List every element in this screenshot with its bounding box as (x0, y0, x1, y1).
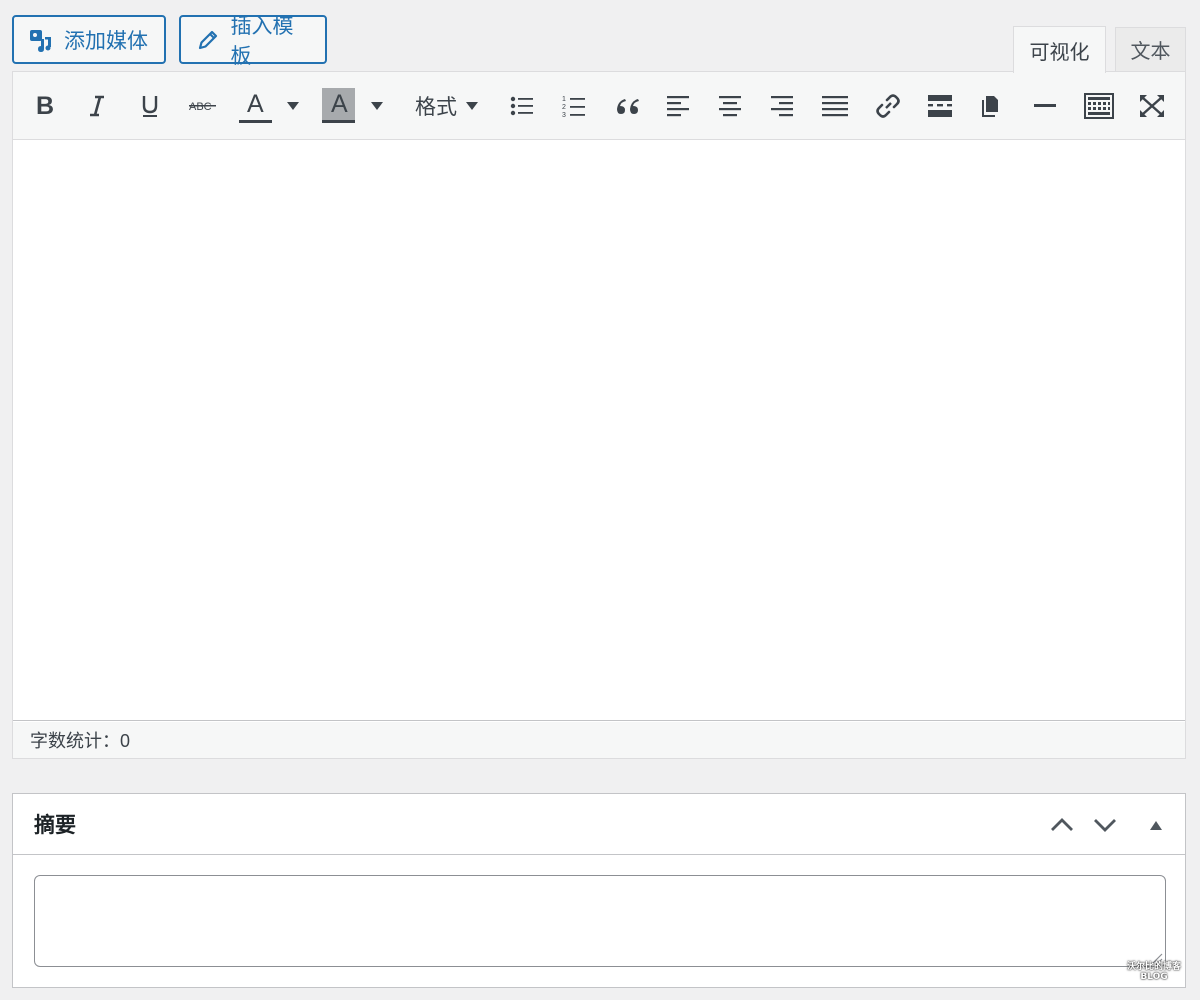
justify-icon[interactable] (821, 88, 849, 124)
add-media-label: 添加媒体 (64, 29, 148, 53)
excerpt-textarea[interactable] (34, 875, 1166, 967)
text-color-dropdown-icon[interactable] (285, 88, 301, 124)
strikethrough-icon[interactable]: ABC (189, 88, 217, 124)
align-left-icon[interactable] (665, 88, 691, 124)
tab-visual[interactable]: 可视化 (1013, 26, 1106, 73)
underline-icon[interactable] (137, 88, 163, 124)
fullscreen-icon[interactable] (1137, 88, 1167, 124)
background-color-glyph: A (331, 90, 348, 118)
tab-text[interactable]: 文本 (1115, 27, 1186, 71)
svg-text:2: 2 (562, 104, 566, 111)
excerpt-postbox: 摘要 (12, 793, 1186, 988)
background-color-icon[interactable]: A (322, 88, 356, 124)
align-right-icon[interactable] (769, 88, 795, 124)
excerpt-header: 摘要 (13, 794, 1185, 855)
editor-toolbar: B ABC A A 格式 1 2 3 (13, 72, 1185, 140)
toolbar-toggle-icon[interactable] (1083, 88, 1115, 124)
word-count: 字数统计：0 (13, 722, 1185, 758)
bold-icon[interactable]: B (33, 88, 57, 124)
chevron-down-icon (466, 102, 478, 110)
classic-editor: B ABC A A 格式 1 2 3 字数统计：0 (12, 71, 1186, 759)
svg-text:3: 3 (562, 112, 566, 118)
align-center-icon[interactable] (717, 88, 743, 124)
text-color-icon[interactable]: A (237, 88, 273, 124)
blockquote-icon[interactable] (613, 88, 641, 124)
add-media-button[interactable]: 添加媒体 (12, 15, 166, 64)
watermark-logo: 沃尔比的博客 BLOG (1120, 962, 1188, 988)
chevron-down-icon (1094, 819, 1116, 832)
move-down-button[interactable] (1088, 808, 1122, 842)
watermark-line1: 沃尔比的博客 (1126, 962, 1181, 972)
format-select[interactable]: 格式 (411, 88, 483, 124)
paste-icon[interactable] (979, 88, 1005, 124)
editor-content-area[interactable] (13, 140, 1185, 721)
move-up-button[interactable] (1045, 808, 1079, 842)
triangle-up-icon (1150, 821, 1162, 830)
background-color-dropdown-icon[interactable] (369, 88, 385, 124)
excerpt-title: 摘要 (34, 814, 76, 837)
read-more-icon[interactable] (927, 88, 953, 124)
horizontal-rule-icon[interactable] (1033, 88, 1057, 124)
numbered-list-icon[interactable]: 1 2 3 (561, 88, 587, 124)
add-media-icon (28, 27, 54, 53)
chevron-up-icon (1051, 818, 1073, 831)
link-icon[interactable] (873, 88, 903, 124)
svg-text:1: 1 (562, 96, 566, 103)
insert-template-label: 插入模板 (230, 14, 294, 68)
format-select-label: 格式 (415, 96, 457, 119)
italic-icon[interactable] (85, 88, 109, 124)
text-color-glyph: A (247, 90, 264, 118)
pencil-icon (195, 27, 221, 53)
watermark-line2: BLOG (1140, 972, 1168, 982)
bullet-list-icon[interactable] (509, 88, 535, 124)
toggle-panel-button[interactable] (1139, 808, 1173, 842)
insert-template-button[interactable]: 插入模板 (179, 15, 327, 68)
svg-text:ABC: ABC (189, 101, 212, 113)
